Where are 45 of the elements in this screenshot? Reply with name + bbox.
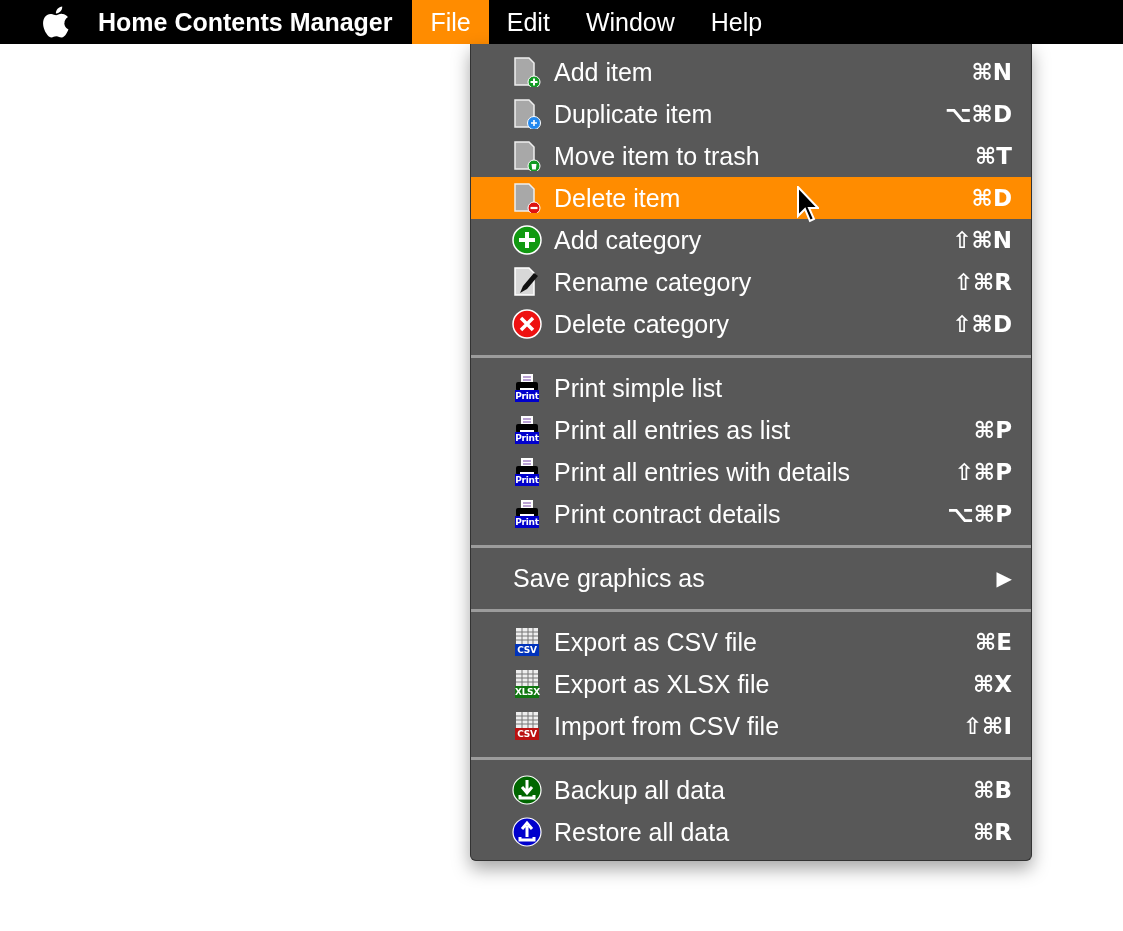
- app-name[interactable]: Home Contents Manager: [98, 7, 393, 37]
- shortcut-label: ⌥⌘D: [945, 101, 1012, 127]
- shortcut-label: ⌘P: [973, 417, 1012, 443]
- menu-bar-item[interactable]: Window: [567, 0, 693, 44]
- menu-item[interactable]: CSV Import from CSV file ⇧⌘I: [471, 705, 1031, 747]
- shortcut-label: ⇧⌘N: [952, 227, 1012, 253]
- menu-item[interactable]: XLSX Export as XLSX file ⌘X: [471, 663, 1031, 705]
- menu-item[interactable]: Backup all data ⌘B: [471, 769, 1031, 811]
- apple-logo-icon[interactable]: [40, 5, 70, 39]
- shortcut-label: ⇧⌘P: [954, 459, 1012, 485]
- menu-bar-item[interactable]: Help: [692, 0, 781, 44]
- close-circle-icon: [512, 309, 542, 339]
- menu-item[interactable]: Print Print simple list: [471, 367, 1031, 409]
- shortcut-label: ⌘R: [972, 819, 1012, 845]
- document-plus-icon: [512, 57, 542, 87]
- shortcut-label: ⌘X: [972, 671, 1012, 697]
- menu-item[interactable]: Duplicate item ⌥⌘D: [471, 93, 1031, 135]
- menu-item[interactable]: CSV Export as CSV file ⌘E: [471, 621, 1031, 663]
- submenu-arrow: ▶: [996, 566, 1012, 590]
- menu-item[interactable]: Add category ⇧⌘N: [471, 219, 1031, 261]
- menu-item[interactable]: Add item ⌘N: [471, 51, 1031, 93]
- shortcut-label: ⇧⌘D: [952, 311, 1012, 337]
- shortcut-label: ⌘B: [973, 777, 1012, 803]
- shortcut-label: ⌥⌘P: [947, 501, 1012, 527]
- menu-item[interactable]: Print Print all entries with details ⇧⌘P: [471, 451, 1031, 493]
- menu-item[interactable]: Move item to trash ⌘T: [471, 135, 1031, 177]
- menu-bar-item[interactable]: Edit: [488, 0, 568, 44]
- shortcut-label: ⌘D: [971, 185, 1012, 211]
- menu-item[interactable]: Restore all data ⌘R: [471, 811, 1031, 853]
- menu-item[interactable]: Save graphics as ▶: [471, 557, 1031, 599]
- document-trash-icon: [512, 141, 542, 171]
- document-minus-icon: [512, 183, 542, 213]
- menu-item[interactable]: Print Print all entries as list ⌘P: [471, 409, 1031, 451]
- add-circle-icon: [512, 225, 542, 255]
- shortcut-label: ⇧⌘I: [962, 713, 1012, 739]
- shortcut-label: ⇧⌘R: [953, 269, 1012, 295]
- menu-item[interactable]: Print Print contract details ⌥⌘P: [471, 493, 1031, 535]
- shortcut-label: ⌘E: [974, 629, 1012, 655]
- menu-item[interactable]: Delete category ⇧⌘D: [471, 303, 1031, 345]
- document-duplicate-icon: [512, 99, 542, 129]
- shortcut-label: ⌘N: [971, 59, 1012, 85]
- shortcut-label: ⌘T: [974, 143, 1012, 169]
- download-circle-icon: [512, 775, 542, 805]
- menu-item[interactable]: Rename category ⇧⌘R: [471, 261, 1031, 303]
- upload-circle-icon: [512, 817, 542, 847]
